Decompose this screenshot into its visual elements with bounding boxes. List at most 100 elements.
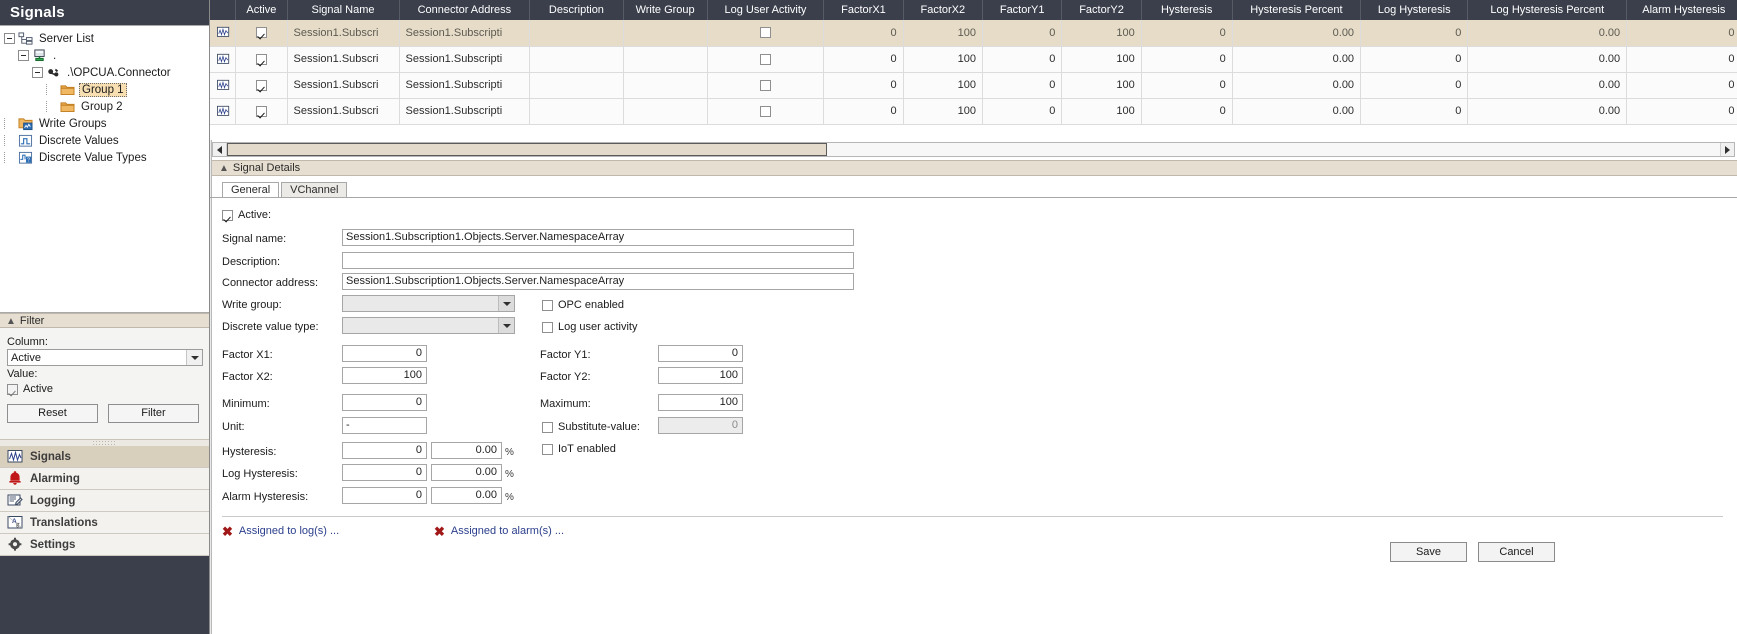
alarm-hysteresis-input[interactable]: 0 (342, 487, 427, 504)
cell-active-checkbox[interactable] (235, 46, 288, 73)
cell-active-checkbox[interactable] (235, 72, 288, 99)
signal-tree[interactable]: Server List. .\OPCUA.Connector Group 1 Grou… (0, 25, 209, 313)
grid-column-header[interactable]: Signal Name (287, 0, 400, 20)
factor-y2-input[interactable]: 100 (658, 367, 743, 384)
description-input[interactable] (342, 252, 854, 269)
iot-enabled-row[interactable]: IoT enabled (542, 443, 616, 455)
grid-column-header[interactable]: Write Group (623, 0, 708, 20)
iot-enabled-checkbox[interactable] (542, 443, 553, 455)
tab-general[interactable]: General (222, 182, 280, 198)
tree-expander-icon[interactable] (18, 50, 29, 61)
filter-section-header[interactable]: ▲ Filter (0, 313, 209, 328)
substitute-value-row[interactable]: Substitute-value: (542, 421, 640, 433)
tree-item-opcua-connector[interactable]: .\OPCUA.Connector (4, 64, 209, 81)
substitute-value-input[interactable]: 0 (658, 417, 743, 434)
alarm-hysteresis-percent-input[interactable]: 0.00 (431, 487, 502, 504)
grid-column-header[interactable]: Log User Activity (707, 0, 825, 20)
factor-x1-input[interactable]: 0 (342, 345, 427, 362)
assigned-to-logs-link[interactable]: ✖ Assigned to log(s) ... (222, 525, 339, 538)
sidebar-item-settings[interactable]: Settings (0, 534, 209, 556)
grid-column-header[interactable]: Hysteresis Percent (1232, 0, 1362, 20)
active-checkbox[interactable] (255, 53, 267, 65)
cell-log-user-activity-checkbox[interactable] (707, 46, 825, 73)
cell-log-user-activity-checkbox[interactable] (707, 20, 825, 47)
save-button[interactable]: Save (1390, 542, 1467, 562)
grid-column-header[interactable]: FactorY2 (1061, 0, 1142, 20)
table-row[interactable]: Session1.Subscri Session1.Subscripti 0 100 0… (210, 20, 1737, 47)
scroll-left-button[interactable] (213, 143, 227, 156)
tree-item-[interactable]: . (4, 47, 209, 64)
cell-log-user-activity-checkbox[interactable] (707, 98, 825, 125)
connector-address-input[interactable]: Session1.Subscription1.Objects.Server.Na… (342, 273, 854, 290)
grid-column-header[interactable]: Log Hysteresis (1360, 0, 1469, 20)
filter-active-checkbox[interactable] (7, 383, 18, 395)
table-row[interactable]: Session1.Subscri Session1.Subscripti 0 100 0… (210, 46, 1737, 73)
log-user-activity-checkbox[interactable] (759, 27, 771, 39)
tree-item-write-groups[interactable]: Write Groups (4, 115, 209, 132)
filter-column-select[interactable]: Active (7, 349, 203, 366)
log-hysteresis-percent-input[interactable]: 0.00 (431, 464, 502, 481)
log-hysteresis-input[interactable]: 0 (342, 464, 427, 481)
opc-enabled-checkbox[interactable] (542, 299, 553, 311)
active-checkbox[interactable] (255, 27, 267, 39)
cell-active-checkbox[interactable] (235, 98, 288, 125)
opc-enabled-row[interactable]: OPC enabled (542, 299, 624, 311)
grid-column-header[interactable]: Alarm Hysteresis (1626, 0, 1737, 20)
minimum-input[interactable]: 0 (342, 394, 427, 411)
tree-expander-icon[interactable] (4, 33, 15, 44)
tree-item-group-2[interactable]: Group 2 (4, 98, 209, 115)
grid-column-header[interactable]: FactorY1 (982, 0, 1063, 20)
write-group-select[interactable] (342, 295, 515, 312)
assigned-to-alarms-link[interactable]: ✖ Assigned to alarm(s) ... (434, 525, 564, 538)
maximum-input[interactable]: 100 (658, 394, 743, 411)
discrete-value-type-select[interactable] (342, 317, 515, 334)
cancel-button[interactable]: Cancel (1478, 542, 1555, 562)
log-user-activity-row[interactable]: Log user activity (542, 321, 637, 333)
filter-button[interactable]: Filter (108, 404, 199, 423)
grid-column-header[interactable]: Log Hysteresis Percent (1467, 0, 1628, 20)
log-user-activity-checkbox[interactable] (759, 79, 771, 91)
tab-vchannel[interactable]: VChannel (281, 182, 348, 198)
cell-log-user-activity-checkbox[interactable] (707, 72, 825, 99)
grid-column-header[interactable]: Connector Address (399, 0, 531, 20)
tree-item-server-list[interactable]: Server List (4, 30, 209, 47)
factor-x2-input[interactable]: 100 (342, 367, 427, 384)
grid-column-header[interactable]: Hysteresis (1141, 0, 1233, 20)
cell-active-checkbox[interactable] (235, 20, 288, 47)
grid-column-header[interactable]: Active (235, 0, 288, 20)
details-active-checkbox[interactable] (222, 209, 233, 221)
substitute-value-checkbox[interactable] (542, 421, 553, 433)
reset-button[interactable]: Reset (7, 404, 98, 423)
active-checkbox[interactable] (255, 105, 267, 117)
table-row[interactable]: Session1.Subscri Session1.Subscripti 0 100 0… (210, 98, 1737, 125)
sidebar-item-translations[interactable]: Aह Translations (0, 512, 209, 534)
grid-horizontal-scrollbar[interactable] (212, 142, 1735, 157)
grid-column-header[interactable]: FactorX2 (903, 0, 984, 20)
log-user-activity-checkbox[interactable] (759, 53, 771, 65)
scroll-thumb[interactable] (227, 143, 827, 156)
tree-expander-icon[interactable] (32, 67, 43, 78)
sidebar-item-logging[interactable]: Logging (0, 490, 209, 512)
filter-active-checkbox-row[interactable]: Active (7, 383, 202, 395)
details-active-row[interactable]: Active: (222, 209, 271, 221)
panel-resize-gripper[interactable]: :::::::: (0, 439, 209, 447)
grid-column-header[interactable]: Description (529, 0, 624, 20)
scroll-right-button[interactable] (1720, 143, 1734, 156)
active-checkbox[interactable] (255, 79, 267, 91)
table-row[interactable]: Session1.Subscri Session1.Subscripti 0 100 0… (210, 72, 1737, 99)
hysteresis-percent-input[interactable]: 0.00 (431, 442, 502, 459)
tree-item-discrete-values[interactable]: Discrete Values (4, 132, 209, 149)
grid-column-header[interactable]: FactorX1 (823, 0, 904, 20)
sidebar-item-alarming[interactable]: Alarming (0, 468, 209, 490)
hysteresis-input[interactable]: 0 (342, 442, 427, 459)
log-user-activity-checkbox[interactable] (542, 321, 553, 333)
signals-grid[interactable]: Active Signal Name Connector Address Descri… (210, 0, 1737, 125)
unit-input[interactable]: - (342, 417, 427, 434)
signals-grid-container[interactable]: Active Signal Name Connector Address Descri… (210, 0, 1737, 140)
scroll-track[interactable] (227, 143, 1720, 156)
factor-y1-input[interactable]: 0 (658, 345, 743, 362)
tree-item-discrete-value-types[interactable]: ? Discrete Value Types (4, 149, 209, 166)
signal-details-header[interactable]: ▲ Signal Details (212, 160, 1737, 176)
signal-name-input[interactable]: Session1.Subscription1.Objects.Server.Na… (342, 229, 854, 246)
tree-item-group-1[interactable]: Group 1 (4, 81, 209, 98)
